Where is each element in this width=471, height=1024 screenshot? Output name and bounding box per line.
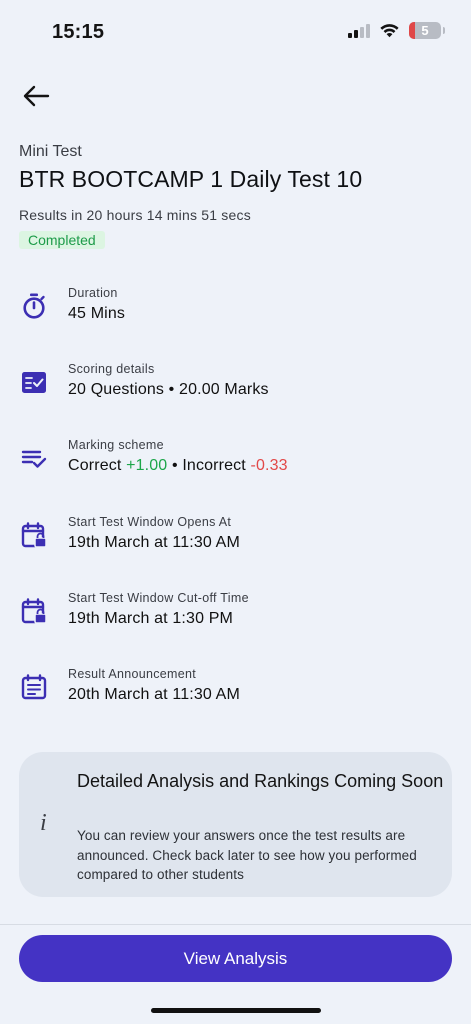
result-announcement-label: Result Announcement (68, 667, 197, 681)
result-announcement-value: 20th March at 11:30 AM (68, 686, 240, 703)
page-title: BTR BOOTCAMP 1 Daily Test 10 (19, 166, 363, 192)
marking-label: Marking scheme (68, 438, 164, 452)
scoring-label: Scoring details (68, 362, 155, 376)
window-cutoff-row: Start Test Window Cut-off Time 19th Marc… (0, 589, 471, 639)
info-icon: i (40, 810, 47, 836)
wifi-icon (380, 24, 399, 38)
checklist-icon (22, 372, 46, 393)
info-card-title: Detailed Analysis and Rankings Coming So… (77, 771, 444, 791)
incorrect-value: -0.33 (250, 457, 288, 474)
view-analysis-button[interactable]: View Analysis (19, 935, 452, 982)
stopwatch-icon (23, 293, 45, 319)
scoring-value: 20 Questions • 20.00 Marks (68, 381, 269, 398)
window-opens-label: Start Test Window Opens At (68, 515, 232, 529)
results-countdown: Results in 20 hours 14 mins 51 secs (19, 207, 251, 223)
info-card-body: You can review your answers once the tes… (77, 828, 417, 882)
status-icons: 5 (348, 22, 445, 39)
correct-label: Correct (68, 457, 122, 474)
window-cutoff-label: Start Test Window Cut-off Time (68, 591, 249, 605)
duration-value: 45 Mins (68, 305, 126, 322)
window-cutoff-value: 19th March at 1:30 PM (68, 610, 234, 627)
test-type: Mini Test (19, 143, 82, 160)
window-opens-row: Start Test Window Opens At 19th March at… (0, 513, 471, 563)
status-time: 15:15 (52, 21, 105, 43)
calendar-note-icon (21, 674, 47, 700)
arrow-left-icon (23, 85, 50, 107)
scoring-row: Scoring details 20 Questions • 20.00 Mar… (0, 360, 471, 410)
calendar-lock-icon (21, 522, 47, 548)
status-bar: 15:15 5 (0, 0, 471, 64)
calendar-lock-icon (21, 598, 47, 624)
status-badge: Completed (19, 231, 105, 249)
incorrect-label: Incorrect (182, 457, 246, 474)
window-opens-value: 19th March at 11:30 AM (68, 534, 240, 551)
result-announcement-row: Result Announcement 20th March at 11:30 … (0, 665, 471, 715)
duration-row: Duration 45 Mins (0, 284, 471, 334)
signal-icon (348, 23, 370, 38)
correct-value: +1.00 (126, 457, 168, 474)
home-indicator (151, 1008, 321, 1013)
marking-value: Correct +1.00 • Incorrect -0.33 (68, 457, 288, 475)
battery-level: 5 (421, 23, 429, 38)
list-check-icon (21, 450, 47, 468)
marking-row: Marking scheme Correct +1.00 • Incorrect… (0, 436, 471, 486)
info-card: i Detailed Analysis and Rankings Coming … (19, 752, 452, 897)
duration-label: Duration (68, 286, 118, 300)
marking-separator: • (167, 457, 183, 474)
battery-icon: 5 (409, 22, 445, 39)
back-button[interactable] (20, 82, 52, 110)
